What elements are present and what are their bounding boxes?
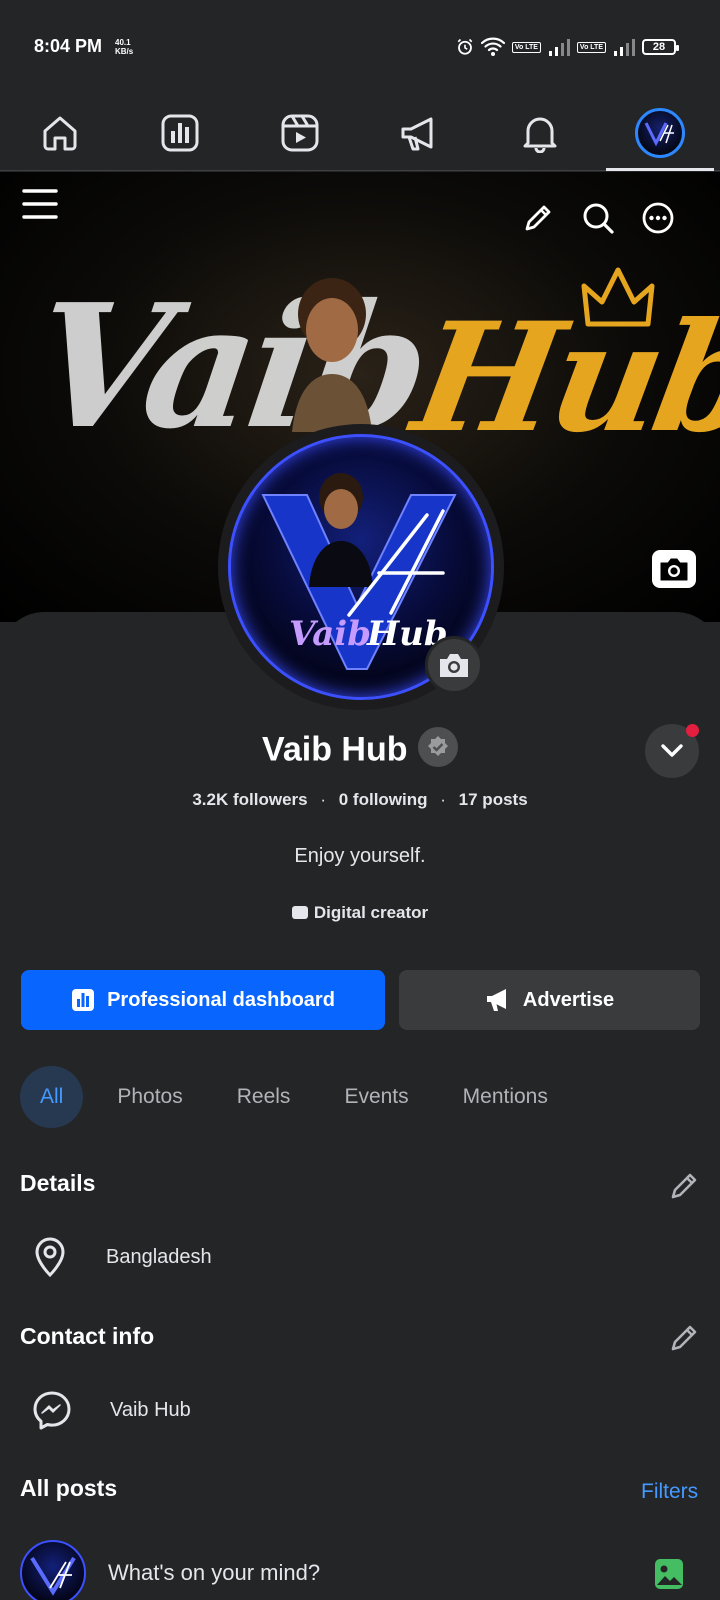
notification-dot — [686, 724, 699, 737]
nav-reels[interactable] — [240, 95, 360, 170]
profile-dropdown-button[interactable] — [645, 724, 699, 778]
edit-details-icon[interactable] — [668, 1170, 700, 1202]
megaphone-icon — [486, 989, 506, 1011]
cover-actions — [522, 202, 674, 234]
all-posts-title: All posts — [20, 1475, 118, 1501]
network-speed-unit: KB/s — [115, 47, 134, 56]
cover-camera-button[interactable] — [652, 550, 696, 588]
edit-pencil-icon[interactable] — [522, 202, 554, 234]
name-row: Vaib Hub — [0, 727, 720, 770]
battery-icon: 28 — [642, 39, 679, 55]
location-pin-icon — [35, 1237, 65, 1277]
profile-stats: 3.2K followers · 0 following · 17 posts — [0, 790, 720, 810]
wifi-icon — [480, 37, 505, 56]
camera-icon — [440, 654, 468, 677]
professional-dashboard-label: Professional dashboard — [107, 988, 335, 1011]
details-title: Details — [20, 1170, 96, 1196]
signal-icon — [548, 39, 570, 56]
tab-mentions[interactable]: Mentions — [443, 1066, 568, 1128]
tab-all[interactable]: All — [20, 1066, 84, 1128]
tab-photos[interactable]: Photos — [97, 1066, 202, 1128]
network-speed: 40.1 KB/s — [115, 38, 133, 56]
location-row: Bangladesh — [32, 1235, 212, 1279]
vh-logo-icon — [30, 1556, 76, 1596]
alarm-icon — [457, 38, 473, 55]
post-composer[interactable]: What's on your mind? — [20, 1540, 700, 1600]
camera-icon — [660, 558, 688, 581]
megaphone-icon — [401, 117, 433, 150]
edit-contact-icon[interactable] — [668, 1322, 700, 1354]
professional-dashboard-button[interactable]: Professional dashboard — [21, 970, 385, 1030]
messenger-icon — [33, 1391, 71, 1430]
tab-reels[interactable]: Reels — [217, 1066, 311, 1128]
vh-logo-icon — [644, 121, 674, 146]
advertise-label: Advertise — [522, 988, 615, 1011]
volte-badge: Vo LTE — [511, 41, 541, 53]
contact-info-title: Contact info — [20, 1323, 155, 1349]
nav-dashboard[interactable] — [120, 95, 240, 170]
verified-badge-icon — [417, 727, 458, 767]
filters-link[interactable]: Filters — [641, 1480, 698, 1504]
cover-title-right: Hub — [402, 290, 720, 466]
bell-icon — [523, 117, 557, 153]
composer-placeholder: What's on your mind? — [108, 1560, 321, 1585]
followers-count[interactable]: 3.2K followers — [192, 790, 307, 809]
nav-home[interactable] — [0, 95, 120, 170]
hamburger-menu-icon[interactable] — [22, 186, 58, 222]
page-name: Vaib Hub — [262, 730, 408, 769]
separator: · — [440, 790, 446, 809]
bio: Enjoy yourself. — [294, 845, 426, 867]
crown-icon — [581, 267, 655, 327]
action-buttons: Professional dashboard Advertise — [21, 970, 700, 1030]
tab-events[interactable]: Events — [324, 1066, 428, 1128]
advertise-button[interactable]: Advertise — [399, 970, 700, 1030]
composer-avatar — [20, 1540, 86, 1600]
photo-icon[interactable] — [654, 1558, 684, 1590]
profile-camera-button[interactable] — [425, 636, 483, 694]
search-icon[interactable] — [582, 202, 614, 234]
logo-brand-vaib: Vaib — [289, 614, 371, 654]
following-count[interactable]: 0 following — [339, 790, 428, 809]
content-tabs: All Photos Reels Events Mentions — [20, 1066, 582, 1128]
category-icon — [291, 906, 308, 919]
dashboard-icon — [72, 989, 95, 1011]
person-illustration-icon — [292, 278, 372, 432]
volte-badge: Vo LTE — [576, 41, 606, 53]
status-bar: 8:04 PM 40.1 KB/s Vo LTE Vo LTE 28 — [0, 0, 720, 95]
chevron-down-icon — [661, 744, 683, 757]
category-label: Digital creator — [313, 903, 429, 922]
network-speed-value: 40.1 — [115, 38, 131, 47]
category: Digital creator — [0, 903, 720, 923]
home-icon — [43, 116, 77, 150]
signal-icon — [614, 39, 635, 56]
dashboard-icon — [161, 114, 199, 151]
status-icons: Vo LTE Vo LTE 28 — [456, 36, 679, 58]
profile-avatar — [635, 107, 685, 158]
nav-notifications[interactable] — [480, 95, 600, 170]
location-text: Bangladesh — [106, 1245, 212, 1268]
more-options-icon[interactable] — [642, 202, 674, 234]
messenger-row[interactable]: Vaib Hub — [32, 1388, 191, 1432]
messenger-text: Vaib Hub — [110, 1398, 191, 1421]
separator: · — [320, 790, 327, 809]
reels-icon — [281, 114, 319, 151]
top-nav — [0, 95, 720, 171]
posts-count: 17 posts — [458, 790, 528, 809]
nav-ads[interactable] — [360, 95, 480, 170]
nav-profile[interactable] — [600, 95, 720, 171]
status-time: 8:04 PM — [34, 36, 103, 56]
